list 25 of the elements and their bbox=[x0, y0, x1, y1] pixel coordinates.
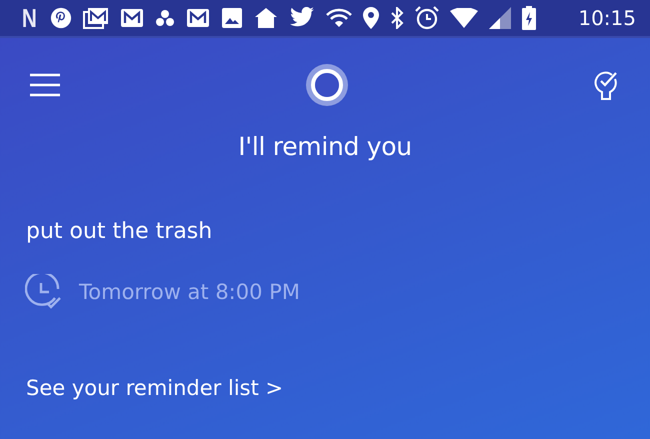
cell-signal-icon bbox=[488, 7, 511, 29]
alarm-clock-icon bbox=[414, 6, 439, 30]
mail-icon bbox=[186, 8, 210, 28]
bluetooth-icon bbox=[390, 7, 404, 29]
ring-logo-icon bbox=[304, 62, 350, 108]
house-icon bbox=[254, 7, 278, 29]
battery-charging-icon bbox=[522, 6, 536, 30]
image-icon bbox=[220, 7, 243, 29]
mail-icon bbox=[120, 8, 144, 28]
clock-check-icon bbox=[25, 274, 63, 310]
three-dots-icon bbox=[154, 9, 175, 27]
menu-icon bbox=[30, 73, 60, 97]
location-pin-icon bbox=[362, 7, 379, 29]
bird-icon bbox=[288, 7, 315, 29]
reminder-time: Tomorrow at 8:00 PM bbox=[79, 280, 300, 304]
menu-button[interactable] bbox=[30, 73, 60, 97]
response-title: I'll remind you bbox=[237, 132, 413, 161]
mail-stack-icon bbox=[82, 7, 109, 29]
pinterest-icon bbox=[50, 7, 72, 29]
reminder-list-link[interactable]: See your reminder list > bbox=[26, 376, 284, 400]
app-letter-icon: N bbox=[22, 5, 37, 31]
reminder-text: put out the trash bbox=[26, 219, 214, 244]
wifi-signal-icon bbox=[450, 8, 478, 28]
wifi-icon bbox=[326, 8, 352, 28]
clock-time: 10:15 bbox=[578, 6, 636, 30]
